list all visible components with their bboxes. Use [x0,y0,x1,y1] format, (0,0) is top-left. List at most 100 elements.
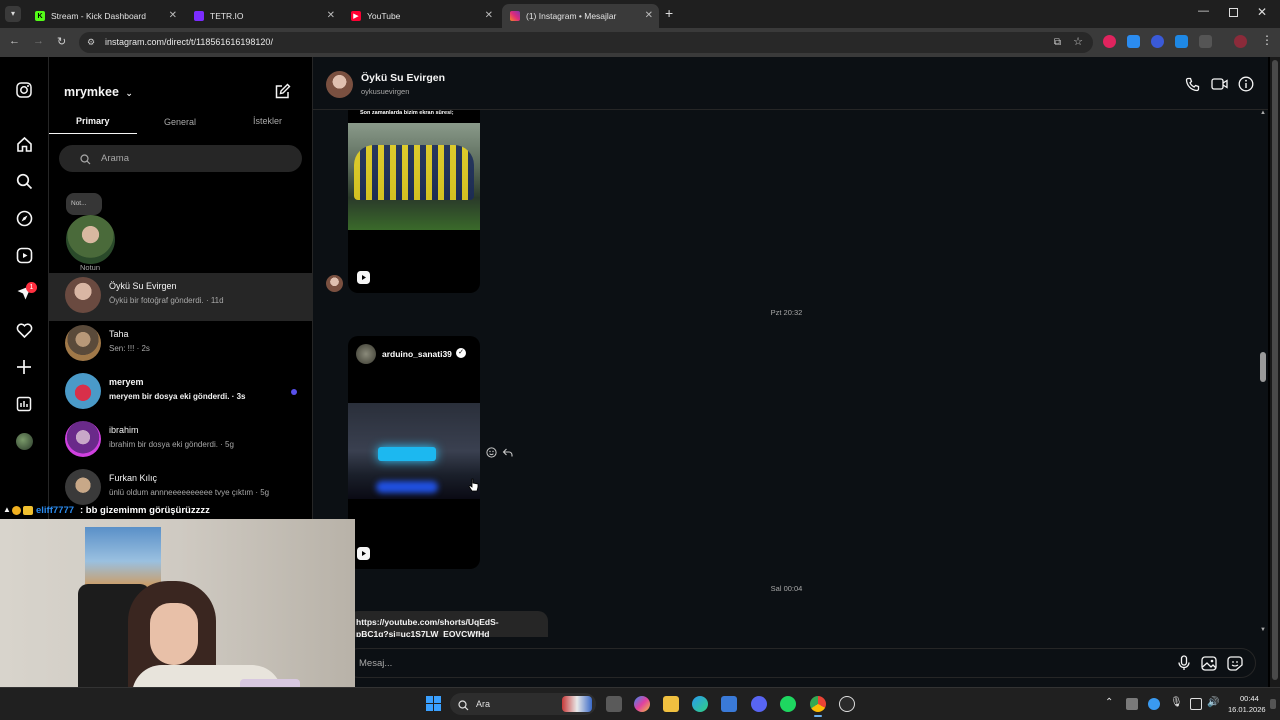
tab-label: (1) Instagram • Mesajlar [526,11,617,21]
close-window-icon[interactable]: ✕ [1257,5,1267,19]
restore-icon[interactable] [1229,8,1238,17]
image-upload-icon[interactable] [1201,656,1217,676]
microsoft-store-icon[interactable] [721,696,737,712]
message-timestamp: Pzt 20:32 [770,308,803,317]
close-icon[interactable]: ✕ [645,10,653,21]
shared-reel-card[interactable]: arduino_sanati39 ✓ [348,336,480,569]
reels-icon[interactable] [14,245,34,265]
close-icon[interactable]: ✕ [485,10,493,21]
reels-icon [356,546,371,566]
conversation-info-icon[interactable] [1236,74,1256,94]
taskbar-search[interactable]: Ara [450,693,596,715]
clock-date[interactable]: 16.01.2026 [1228,705,1266,714]
search-input[interactable]: Arama [59,145,302,172]
bookmark-star-icon[interactable]: ☆ [1073,32,1083,53]
avatar [65,421,101,457]
tray-chevron-icon[interactable]: ⌃ [1105,697,1113,708]
browser-menu-icon[interactable]: ⋮ [1261,33,1273,47]
page-scrollbar[interactable] [1270,57,1280,687]
shared-reel-card[interactable]: Son zamanlarda bizim ekran süresi; [348,110,480,293]
reel-thumbnail [348,403,480,499]
conversation-row[interactable]: ibrahim ibrahim bir dosya eki gönderdi. … [49,417,313,465]
notification-center-icon[interactable] [1270,699,1276,709]
back-arrow-icon[interactable]: ← [9,35,20,47]
tab-primary[interactable]: Primary [76,116,110,126]
translate-extension-icon[interactable] [1127,35,1140,48]
close-icon[interactable]: ✕ [169,10,177,21]
react-emoji-icon[interactable] [485,446,497,458]
message-composer[interactable]: Mesaj... [344,648,1256,678]
conversation-name: ibrahim [109,425,139,435]
edge-icon[interactable] [692,696,708,712]
vpn-extension-icon[interactable] [1175,35,1188,48]
task-view-icon[interactable] [606,696,622,712]
note-avatar[interactable] [66,215,115,264]
contact-name[interactable]: Öykü Su Evirgen [361,72,445,84]
site-info-icon[interactable]: ⚙ [87,32,95,53]
tab-list-chevron-icon[interactable]: ▾ [5,6,21,22]
volume-icon[interactable]: 🔊 [1207,697,1219,708]
notifications-heart-icon[interactable] [14,320,34,340]
spotify-icon[interactable] [780,696,796,712]
conversation-name: Öykü Su Evirgen [109,281,177,291]
extensions-puzzle-icon[interactable] [1199,35,1212,48]
tab-tetrio[interactable]: TETR.IO ✕ [186,4,341,28]
contact-avatar[interactable] [326,71,353,98]
avatar [65,469,101,505]
profile-avatar-icon[interactable] [1234,35,1247,48]
scroll-down-arrow-icon[interactable]: ▼ [1260,627,1266,633]
reel-thumbnail [348,123,480,230]
instagram-logo-icon[interactable] [14,80,34,100]
discord-icon[interactable] [751,696,767,712]
adblock-extension-icon[interactable] [1103,35,1116,48]
tab-general[interactable]: General [164,117,196,127]
wifi-icon[interactable] [1190,698,1202,710]
dashboard-chart-icon[interactable] [14,394,34,414]
tray-app-icon[interactable] [1126,698,1138,710]
search-icon[interactable] [14,171,34,191]
audio-extension-icon[interactable] [1151,35,1164,48]
tab-requests[interactable]: İstekler [253,116,282,126]
link-message-bubble[interactable]: https://youtube.com/shorts/UqEdS- pBC1g?… [348,611,548,637]
explore-compass-icon[interactable] [14,208,34,228]
chat-scrollbar[interactable]: ▲ ▼ [1258,110,1268,637]
url-input[interactable]: ⚙ instagram.com/direct/t/118561616198120… [79,32,1093,53]
tab-kick-dashboard[interactable]: K Stream - Kick Dashboard ✕ [27,4,183,28]
clock-time[interactable]: 00:44 [1240,694,1259,703]
tray-mic-icon[interactable]: 🎙 [1170,697,1183,708]
reload-icon[interactable]: ↻ [57,35,66,48]
tab-youtube[interactable]: ▶ YouTube ✕ [343,4,499,28]
copilot-icon[interactable] [634,696,650,712]
install-app-icon[interactable]: ⧉ [1054,32,1061,53]
minimize-icon[interactable]: — [1198,5,1209,17]
new-tab-icon[interactable]: + [665,5,673,21]
new-message-compose-icon[interactable] [274,82,292,100]
file-explorer-icon[interactable] [663,696,679,712]
tray-cloud-icon[interactable] [1148,698,1160,710]
obs-icon[interactable] [839,696,855,712]
chrome-icon[interactable] [810,696,826,712]
username-switcher[interactable]: mrymkee ⌄ [64,85,133,99]
conversation-row[interactable]: Öykü Su Evirgen Öykü bir fotoğraf gönder… [49,273,313,321]
forward-arrow-icon[interactable]: → [33,35,44,47]
create-plus-icon[interactable] [14,357,34,377]
led-sign [378,447,436,461]
scroll-up-arrow-icon[interactable]: ▲ [1260,110,1266,116]
microphone-icon[interactable] [1177,655,1191,676]
home-icon[interactable] [14,134,34,154]
conversation-preview: meryem bir dosya eki gönderdi. · 3s [109,392,246,401]
scrollbar-thumb[interactable] [1272,60,1278,680]
conversation-row[interactable]: meryem meryem bir dosya eki gönderdi. · … [49,369,313,417]
tab-instagram-messages[interactable]: (1) Instagram • Mesajlar ✕ [502,4,659,28]
reply-arrow-icon[interactable] [501,446,513,458]
conversation-preview: ibrahim bir dosya eki gönderdi. · 5g [109,440,234,449]
close-icon[interactable]: ✕ [327,10,335,21]
note-bubble[interactable]: Not... [66,193,102,215]
profile-avatar[interactable] [16,433,33,450]
scrollbar-thumb[interactable] [1260,352,1266,382]
windows-start-icon[interactable] [426,696,441,716]
phone-call-icon[interactable] [1183,75,1201,93]
conversation-row[interactable]: Taha Sen: !!! · 2s [49,321,313,369]
video-call-icon[interactable] [1209,75,1229,93]
sticker-icon[interactable] [1227,656,1243,676]
